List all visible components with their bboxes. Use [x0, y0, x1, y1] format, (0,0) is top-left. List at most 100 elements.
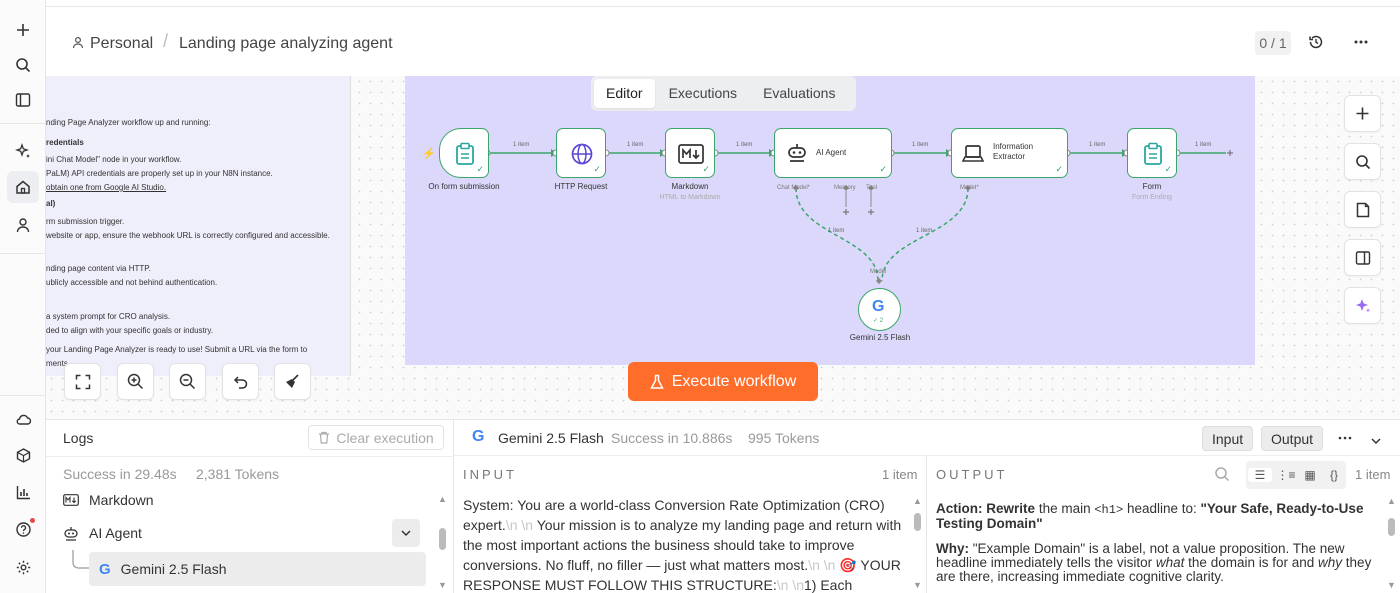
toggle-panel-button[interactable]: [1344, 239, 1381, 276]
workflow-name[interactable]: Landing page analyzing agent: [179, 35, 393, 53]
search-icon[interactable]: [1214, 466, 1230, 485]
breadcrumb-project[interactable]: Personal: [90, 35, 153, 53]
clipboard-icon: [456, 142, 474, 165]
success-check-icon: ✓: [476, 164, 484, 174]
trash-icon: [319, 431, 330, 444]
insights-icon[interactable]: [7, 476, 39, 508]
cloud-icon[interactable]: [7, 403, 39, 435]
flask-icon: [650, 374, 664, 389]
output-toggle-button[interactable]: Output: [1261, 426, 1324, 451]
scrollbar-thumb[interactable]: [1388, 518, 1395, 536]
node-information-extractor[interactable]: Information Extractor ✓: [951, 128, 1068, 178]
undo-button[interactable]: [222, 363, 259, 400]
expand-icon: [75, 374, 90, 389]
scroll-up-arrow[interactable]: ▲: [913, 496, 922, 506]
edge-label: 1 item: [916, 228, 933, 234]
node-http-request[interactable]: ✓: [556, 128, 606, 178]
templates-icon[interactable]: [7, 439, 39, 471]
add-node-button[interactable]: [1344, 95, 1381, 132]
globe-icon: [571, 143, 593, 165]
logs-title: Logs: [63, 430, 94, 446]
add-sticky-button[interactable]: [1344, 191, 1381, 228]
history-icon[interactable]: [1308, 34, 1324, 53]
more-options-icon[interactable]: [1338, 432, 1352, 447]
zoom-out-button[interactable]: [169, 363, 206, 400]
node-markdown[interactable]: ✓: [665, 128, 715, 178]
chevron-down-icon[interactable]: [1370, 433, 1382, 448]
execute-label: Execute workflow: [671, 372, 797, 390]
view-table-icon[interactable]: ▦: [1298, 468, 1322, 482]
action-tail: headline to:: [1126, 501, 1197, 516]
action-code: <h1>: [1094, 503, 1124, 517]
node-label: HTTP Request: [554, 182, 608, 191]
edge-label: 1 item: [1195, 142, 1212, 148]
log-entry-gemini[interactable]: G Gemini 2.5 Flash: [89, 552, 426, 586]
run-tokens: 2,381 Tokens: [196, 466, 280, 482]
workflow-canvas[interactable]: nding Page Analyzer workflow up and runn…: [46, 76, 1400, 419]
edge-label: 1 item: [627, 142, 644, 148]
log-entry-label: Gemini 2.5 Flash: [120, 561, 227, 577]
port-label: Model*: [960, 185, 979, 191]
output-section-label: OUTPUT: [936, 467, 1008, 482]
search-nodes-button[interactable]: [1344, 143, 1381, 180]
port-label: Chat Model*: [777, 185, 811, 191]
scrollbar-thumb[interactable]: [439, 528, 446, 550]
markdown-icon: [678, 144, 704, 164]
node-label: AI Agent: [816, 148, 847, 157]
sparkles-icon[interactable]: [7, 135, 39, 167]
why-emphasis: what: [1155, 555, 1185, 570]
edge-label: 1 item: [912, 142, 929, 148]
add-icon[interactable]: [7, 14, 39, 46]
zoom-in-button[interactable]: [117, 363, 154, 400]
node-gemini[interactable]: G ✓ 2: [858, 288, 901, 331]
escape-sequence: \n \n: [808, 557, 836, 573]
tab-executions[interactable]: Executions: [657, 79, 749, 108]
tab-evaluations[interactable]: Evaluations: [751, 79, 847, 108]
view-schema-icon[interactable]: ⋮≡: [1274, 468, 1298, 482]
node-form[interactable]: ✓: [1127, 128, 1177, 178]
log-entry-ai-agent[interactable]: AI Agent: [63, 523, 393, 543]
workflow-header: Personal / Landing page analyzing agent …: [46, 6, 1400, 76]
node-label: Gemini 2.5 Flash: [849, 333, 911, 342]
execute-workflow-button[interactable]: Execute workflow: [628, 362, 818, 401]
detail-tokens: 995 Tokens: [748, 430, 820, 446]
scroll-down-arrow[interactable]: ▼: [913, 580, 922, 590]
input-content: System: You are a world-class Conversion…: [463, 495, 908, 593]
scroll-down-arrow[interactable]: ▼: [1387, 580, 1396, 590]
rail-divider: [0, 253, 46, 254]
more-options-icon[interactable]: [1354, 34, 1368, 53]
scrollbar-thumb[interactable]: [914, 513, 921, 531]
clipboard-icon: [1144, 142, 1162, 165]
lightning-icon: ⚡: [422, 148, 436, 160]
tidy-up-button[interactable]: [274, 363, 311, 400]
collapse-toggle[interactable]: [392, 519, 420, 547]
input-toggle-button[interactable]: Input: [1202, 426, 1254, 451]
user-icon[interactable]: [7, 209, 39, 241]
settings-gear-icon[interactable]: [7, 551, 39, 583]
edge-label: 1 item: [513, 142, 530, 148]
notification-dot: [30, 518, 35, 523]
scroll-down-arrow[interactable]: ▼: [438, 580, 447, 590]
robot-icon: [64, 526, 78, 541]
view-json-icon[interactable]: {}: [1322, 468, 1346, 482]
search-icon: [1355, 154, 1370, 169]
view-text-icon[interactable]: ☰: [1248, 468, 1272, 482]
tab-editor[interactable]: Editor: [594, 79, 655, 108]
success-check-icon: ✓: [702, 164, 710, 174]
help-icon[interactable]: [7, 513, 39, 545]
clear-execution-button[interactable]: Clear execution: [308, 425, 444, 450]
google-icon: G: [472, 428, 485, 445]
scroll-up-arrow[interactable]: ▲: [1387, 496, 1396, 506]
node-label: Form: [1142, 182, 1162, 191]
sidebar-toggle-icon[interactable]: [7, 84, 39, 116]
user-small-icon: [72, 36, 84, 52]
search-icon[interactable]: [7, 49, 39, 81]
ai-assistant-button[interactable]: [1344, 287, 1381, 324]
fit-view-button[interactable]: [64, 363, 101, 400]
home-icon[interactable]: [7, 171, 39, 203]
scroll-up-arrow[interactable]: ▲: [438, 494, 447, 504]
log-entry-markdown[interactable]: Markdown: [63, 490, 393, 510]
node-ai-agent[interactable]: AI Agent ✓: [774, 128, 892, 178]
node-form-trigger[interactable]: ✓: [439, 128, 489, 178]
input-section-label: INPUT: [463, 467, 517, 482]
